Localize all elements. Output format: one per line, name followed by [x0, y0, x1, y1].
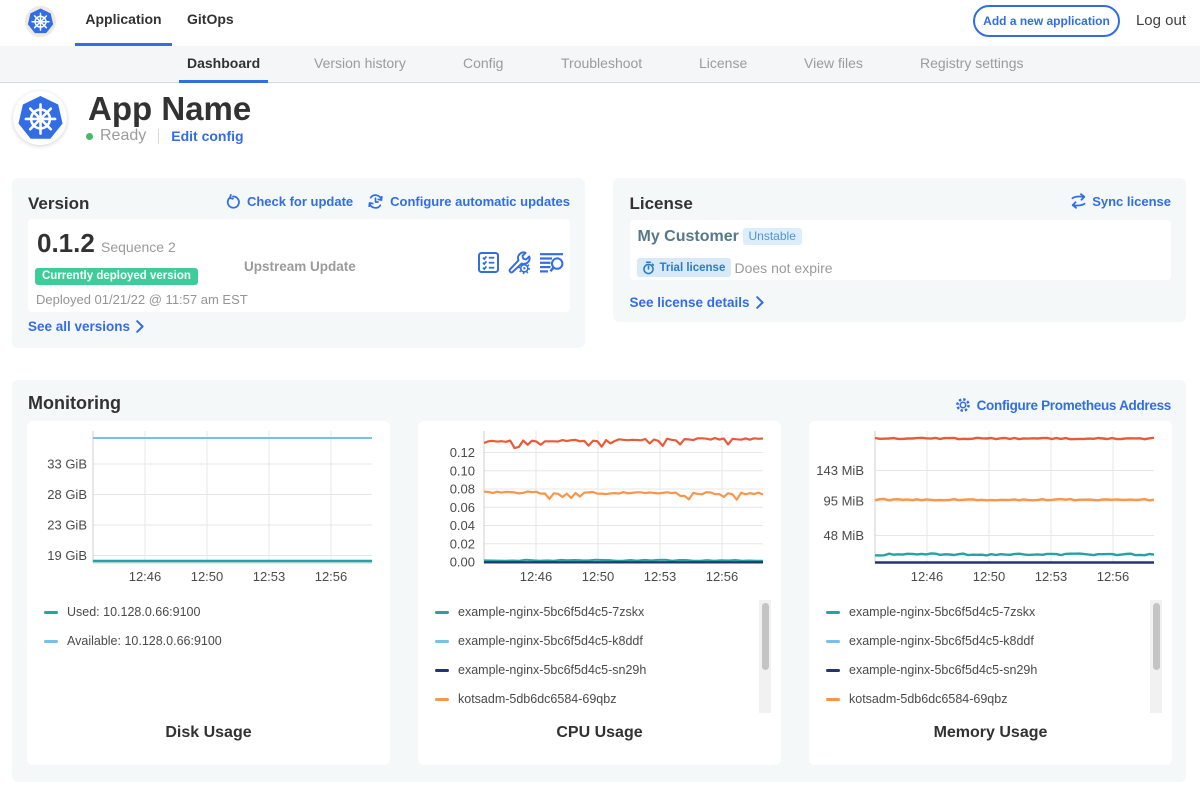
svg-text:95 MiB: 95 MiB: [824, 494, 864, 509]
svg-text:12:46: 12:46: [129, 569, 162, 584]
svg-text:12:50: 12:50: [973, 569, 1006, 584]
svg-text:12:53: 12:53: [253, 569, 286, 584]
svg-text:12:50: 12:50: [582, 569, 615, 584]
svg-text:33 GiB: 33 GiB: [47, 457, 87, 472]
svg-text:12:56: 12:56: [315, 569, 348, 584]
svg-text:12:53: 12:53: [644, 569, 677, 584]
svg-text:0.04: 0.04: [450, 518, 475, 533]
svg-text:12:56: 12:56: [1097, 569, 1130, 584]
svg-text:0.02: 0.02: [450, 536, 475, 551]
svg-text:0.08: 0.08: [450, 482, 475, 497]
svg-text:0.06: 0.06: [450, 500, 475, 515]
svg-text:23 GiB: 23 GiB: [47, 518, 87, 533]
svg-text:12:46: 12:46: [520, 569, 553, 584]
svg-text:28 GiB: 28 GiB: [47, 487, 87, 502]
svg-text:0.12: 0.12: [450, 445, 475, 460]
svg-text:143 MiB: 143 MiB: [816, 463, 864, 478]
svg-text:12:46: 12:46: [911, 569, 944, 584]
svg-text:48 MiB: 48 MiB: [824, 528, 864, 543]
svg-text:0.00: 0.00: [450, 555, 475, 570]
svg-text:0.10: 0.10: [450, 463, 475, 478]
svg-text:12:50: 12:50: [191, 569, 224, 584]
svg-text:12:56: 12:56: [706, 569, 739, 584]
svg-text:19 GiB: 19 GiB: [47, 548, 87, 563]
svg-text:12:53: 12:53: [1035, 569, 1068, 584]
